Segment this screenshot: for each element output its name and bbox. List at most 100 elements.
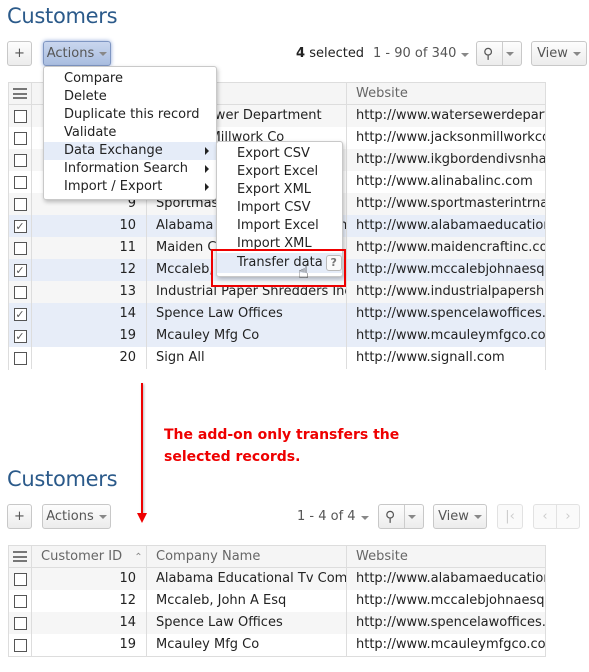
submenu-item[interactable]: Export Excel — [217, 163, 342, 181]
website[interactable]: http://www.mcauleymfgco.com — [347, 325, 545, 347]
selected-count: 4 selected — [296, 46, 365, 61]
website[interactable]: http://www.industrialpapershredders.com — [347, 281, 545, 303]
column-header-website[interactable]: Website — [347, 83, 545, 104]
website[interactable]: http://www.watersewerdepartment.com — [347, 105, 545, 127]
row-checkbox[interactable] — [13, 616, 27, 630]
website[interactable]: http://www.ikgbordendivsnharsco.com — [347, 149, 545, 171]
column-header-website[interactable]: Website — [347, 546, 545, 567]
menu-item-label: Import / Export — [64, 179, 163, 194]
menu-item[interactable]: Import / Export — [44, 178, 216, 196]
search-icon: ⚲ — [483, 45, 494, 62]
actions-button[interactable]: Actions — [43, 41, 111, 66]
column-header-id[interactable]: Customer ID ⌃ — [32, 546, 147, 567]
pagination[interactable]: 1 - 4 of 4 — [297, 509, 369, 524]
table-row[interactable]: 12 Mccaleb, John A Esq http://www.mccalebj… — [9, 590, 545, 612]
caret-down-icon — [461, 53, 470, 57]
submenu-item[interactable]: Export XML — [217, 181, 342, 199]
website[interactable]: http://www.spencelawoffices.com — [347, 303, 545, 325]
company-name: Mcauley Mfg Co — [147, 325, 347, 347]
row-checkbox[interactable] — [13, 175, 27, 189]
highlight-box — [211, 249, 346, 287]
row-checkbox-cell — [9, 634, 32, 656]
website[interactable]: http://www.spencelawoffices.com — [347, 612, 545, 634]
row-checkbox-cell: ✓ — [9, 303, 32, 325]
customer-id: 10 — [32, 215, 147, 237]
row-checkbox-cell — [9, 612, 32, 634]
add-button[interactable]: + — [7, 504, 32, 529]
row-checkbox[interactable]: ✓ — [13, 263, 27, 277]
actions-button[interactable]: Actions — [42, 504, 111, 529]
submenu-arrow-icon — [205, 165, 209, 173]
menu-item[interactable]: Information Search — [44, 160, 216, 178]
submenu-arrow-icon — [205, 147, 209, 155]
website[interactable]: http://www.signall.com — [347, 347, 545, 369]
add-button[interactable]: + — [7, 41, 32, 66]
row-checkbox[interactable] — [13, 572, 27, 586]
row-checkbox[interactable]: ✓ — [13, 329, 27, 343]
row-checkbox[interactable] — [13, 638, 27, 652]
row-checkbox[interactable] — [13, 131, 27, 145]
table-row[interactable]: 19 Mcauley Mfg Co http://www.mcauleymfgco.… — [9, 634, 545, 656]
prev-page-button[interactable]: ‹ — [533, 504, 557, 529]
menu-item[interactable]: Delete — [44, 88, 216, 106]
row-checkbox[interactable] — [13, 594, 27, 608]
row-checkbox[interactable] — [13, 241, 27, 255]
column-menu[interactable] — [9, 83, 32, 104]
website[interactable]: http://www.alinabalinc.com — [347, 171, 545, 193]
website[interactable]: http://www.maidencraftinc.com — [347, 237, 545, 259]
next-page-button[interactable]: › — [556, 504, 580, 529]
website[interactable]: http://www.sportmasterintrnatl.com — [347, 193, 545, 215]
menu-item-label: Export XML — [237, 182, 312, 197]
menu-item-label: Delete — [64, 89, 107, 104]
search-button[interactable]: ⚲ — [476, 41, 522, 66]
website[interactable]: http://www.mccalebjohnaesq.com — [347, 590, 545, 612]
table-row[interactable]: 20 Sign All http://www.signall.com — [9, 347, 545, 369]
submenu-item[interactable]: Import Excel — [217, 217, 342, 235]
row-checkbox-cell — [9, 105, 32, 127]
first-page-button[interactable]: |‹ — [497, 504, 523, 529]
menu-item-label: Information Search — [64, 161, 189, 176]
row-checkbox[interactable] — [13, 197, 27, 211]
column-menu[interactable] — [9, 546, 32, 567]
menu-item[interactable]: Validate — [44, 124, 216, 142]
menu-item-label: Data Exchange — [64, 143, 163, 158]
row-checkbox-cell: ✓ — [9, 259, 32, 281]
pagination[interactable]: 1 - 90 of 340 — [373, 46, 470, 61]
menu-item[interactable]: Compare — [44, 70, 216, 88]
row-checkbox[interactable]: ✓ — [13, 219, 27, 233]
menu-item[interactable]: Data Exchange — [44, 142, 216, 160]
row-checkbox[interactable] — [13, 109, 27, 123]
caret-down-icon — [98, 514, 107, 519]
row-checkbox-cell — [9, 590, 32, 612]
search-button[interactable]: ⚲ — [378, 504, 424, 529]
row-checkbox[interactable]: ✓ — [13, 307, 27, 321]
website[interactable]: http://www.jacksonmillworkco.com — [347, 127, 545, 149]
company-name: Sign All — [147, 347, 347, 369]
table-row[interactable]: ✓ 14 Spence Law Offices http://www.spencela… — [9, 303, 545, 325]
row-checkbox[interactable] — [13, 153, 27, 167]
table-row[interactable]: ✓ 19 Mcauley Mfg Co http://www.mcauleymfgco… — [9, 325, 545, 347]
website[interactable]: http://www.mccalebjohnaesq.com — [347, 259, 545, 281]
view-button[interactable]: View — [433, 504, 487, 529]
menu-item-label: Import CSV — [237, 200, 311, 215]
submenu-item[interactable]: Import CSV — [217, 199, 342, 217]
website[interactable]: http://www.alabamaeducationaltvcomm.com — [347, 568, 545, 590]
submenu-item[interactable]: Export CSV — [217, 145, 342, 163]
row-checkbox[interactable] — [13, 351, 27, 365]
website[interactable]: http://www.mcauleymfgco.com — [347, 634, 545, 656]
menu-item[interactable]: Duplicate this record — [44, 106, 216, 124]
caret-down-icon — [506, 51, 515, 56]
row-checkbox-cell: ✓ — [9, 215, 32, 237]
grid-header: Customer ID ⌃ Company Name Website — [9, 546, 545, 568]
row-checkbox-cell — [9, 149, 32, 171]
table-row[interactable]: 10 Alabama Educational Tv Comm http://www.… — [9, 568, 545, 590]
customer-id: 13 — [32, 281, 147, 303]
row-checkbox-cell — [9, 127, 32, 149]
table-row[interactable]: 14 Spence Law Offices http://www.spencelaw… — [9, 612, 545, 634]
grid-body: 10 Alabama Educational Tv Comm http://www.… — [9, 568, 545, 656]
website[interactable]: http://www.alabamaeducationaltvcomm.com — [347, 215, 545, 237]
view-button[interactable]: View — [531, 41, 587, 66]
row-checkbox[interactable] — [13, 285, 27, 299]
column-header-company[interactable]: Company Name — [147, 546, 347, 567]
menu-item-label: Export Excel — [237, 164, 319, 179]
